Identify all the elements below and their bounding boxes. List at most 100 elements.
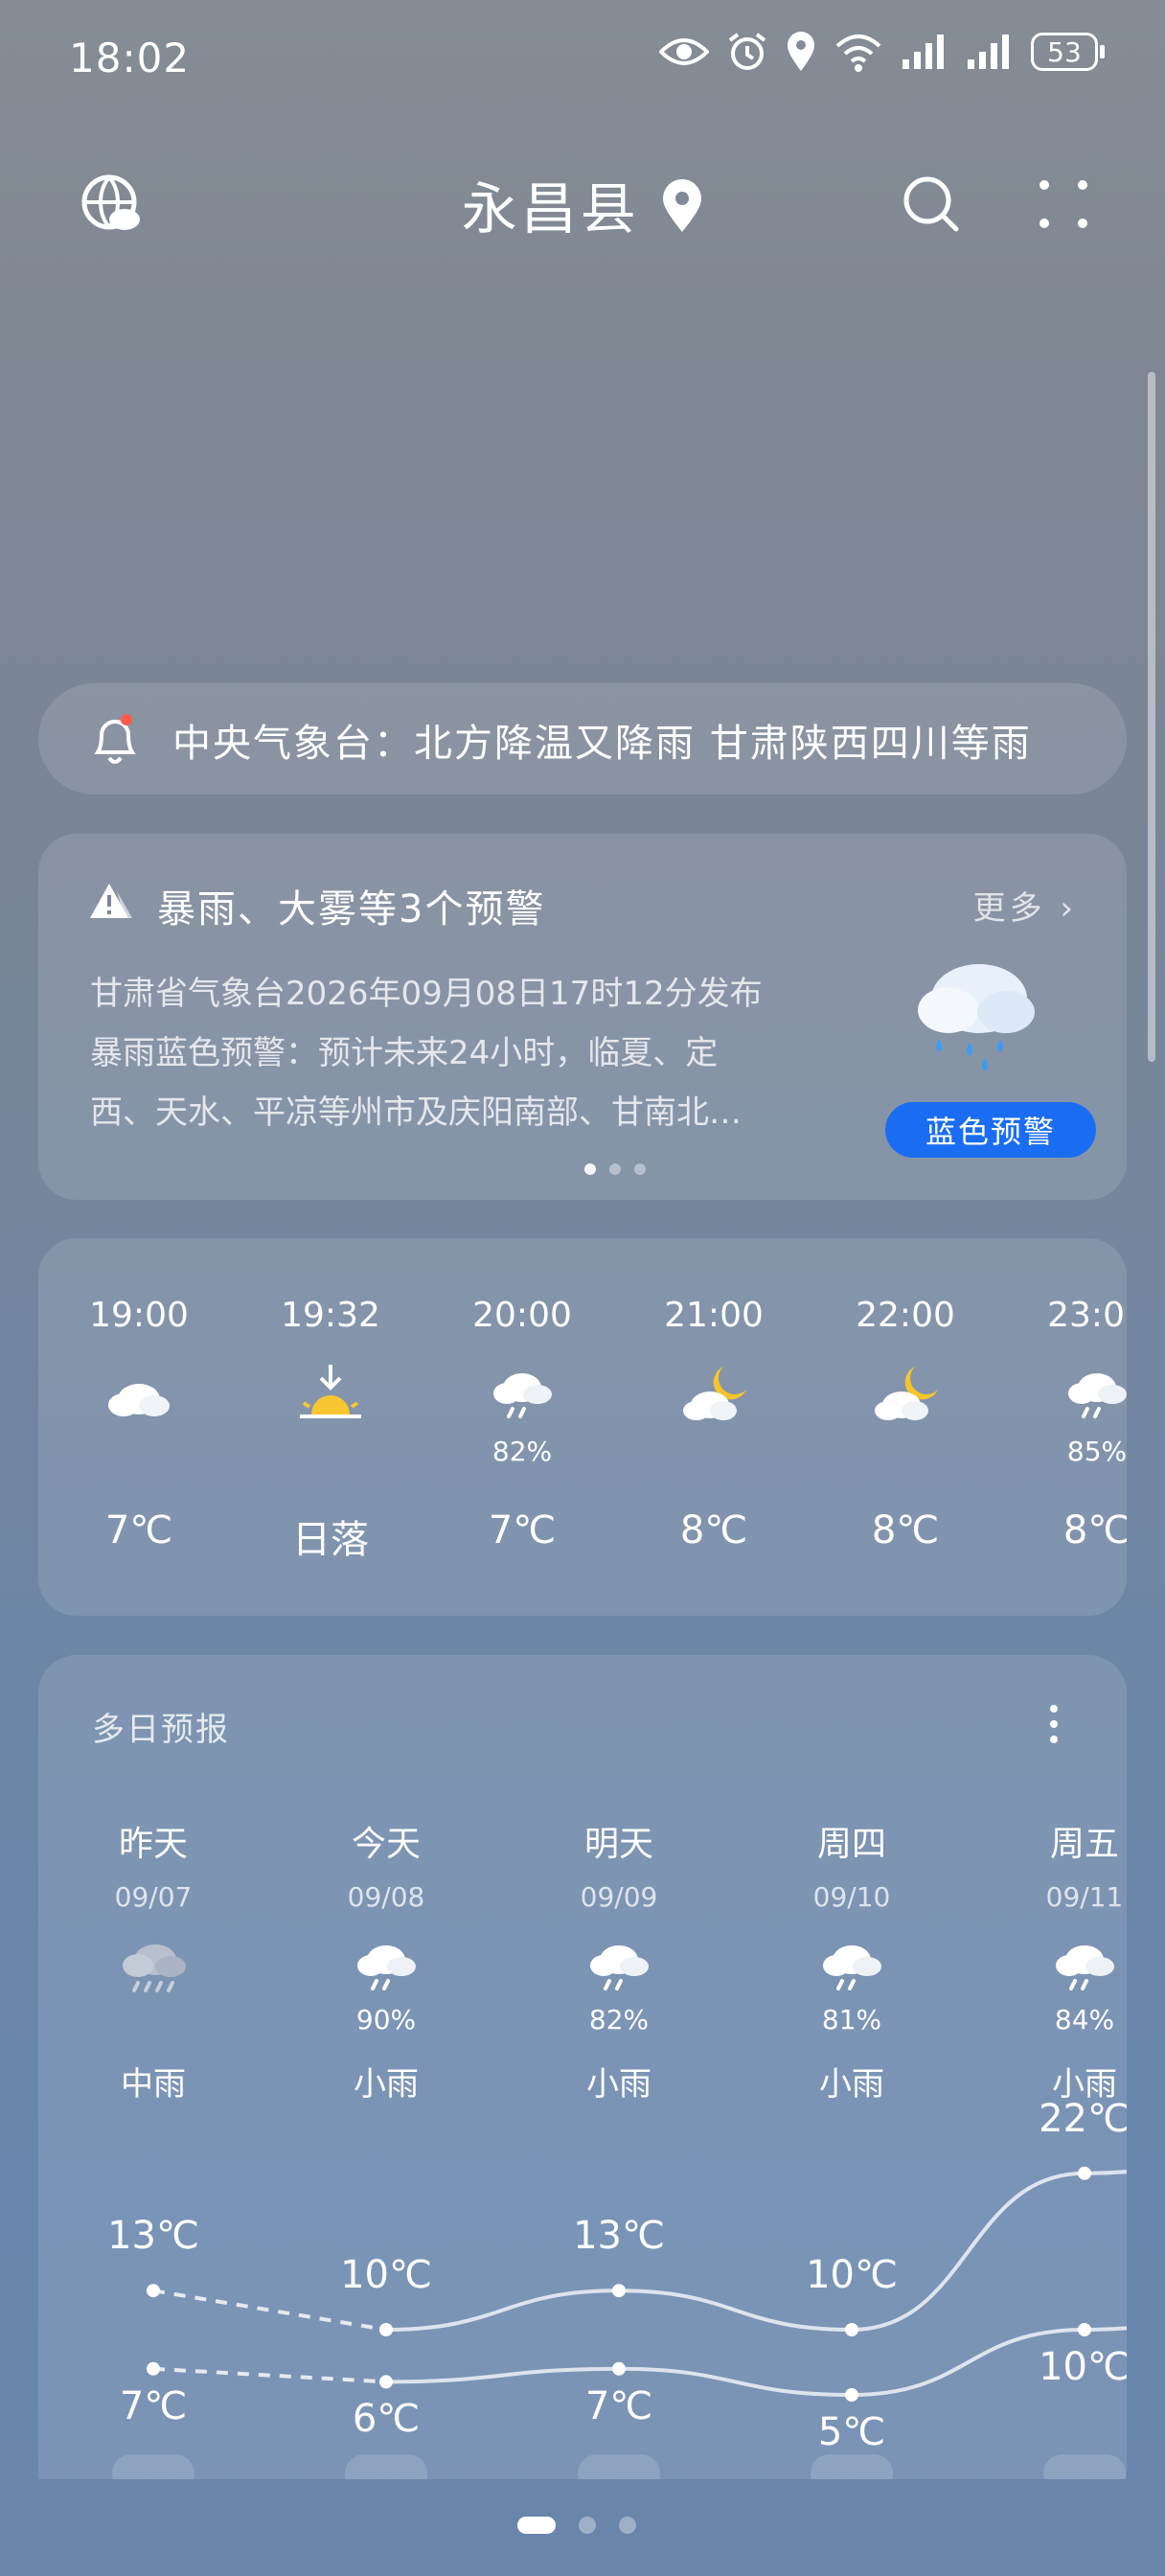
day-precip: 81% bbox=[821, 2004, 882, 2036]
aqi-badge bbox=[1043, 2454, 1126, 2479]
gray-rain-icon bbox=[115, 1933, 192, 2000]
low-temp-point bbox=[845, 2388, 858, 2402]
status-icons: 53 bbox=[659, 31, 1105, 73]
warning-body: 甘肃省气象台2026年09月08日17时12分发布 暴雨蓝色预警：预计未来24小… bbox=[90, 964, 895, 1142]
low-temp-point bbox=[612, 2361, 626, 2376]
high-temp-point bbox=[147, 2284, 160, 2298]
day-name: 昨天 bbox=[118, 1825, 188, 1864]
warning-line: 甘肃省气象台2026年09月08日17时12分发布 bbox=[90, 975, 763, 1013]
search-icon[interactable] bbox=[901, 173, 962, 235]
rain-cloud-icon bbox=[1059, 1361, 1127, 1428]
location-icon bbox=[788, 32, 814, 71]
bell-icon bbox=[94, 714, 136, 764]
hour-time: 21:00 bbox=[664, 1296, 764, 1335]
storm-cloud-icon bbox=[918, 964, 1035, 1071]
alarm-icon bbox=[728, 33, 766, 70]
high-temp-point bbox=[845, 2323, 858, 2336]
day-precip: 82% bbox=[588, 2004, 650, 2036]
page-title[interactable]: 永昌县 bbox=[0, 164, 1165, 244]
rain-cloud-icon bbox=[581, 1933, 657, 2000]
day-date: 09/11 bbox=[1045, 1881, 1124, 1913]
page-dot bbox=[609, 1163, 621, 1175]
cloud-icon bbox=[101, 1361, 177, 1428]
hour-temp: 7℃ bbox=[488, 1508, 557, 1552]
high-temp-label: 13℃ bbox=[107, 2214, 199, 2259]
more-grid-icon[interactable] bbox=[1035, 175, 1092, 233]
news-ticker[interactable]: 中央气象台：北方降温又降雨 甘肃陕西四川等雨 bbox=[38, 683, 1127, 794]
daily-label: 多日预报 bbox=[92, 1711, 230, 1749]
day-weather: 中雨 bbox=[121, 2065, 186, 2104]
more-link[interactable]: 更多 › bbox=[973, 882, 1077, 929]
low-temp-past-line bbox=[152, 2366, 387, 2384]
chevron-right-icon: › bbox=[1060, 889, 1077, 928]
status-time: 18:02 bbox=[69, 34, 191, 81]
rain-cloud-icon bbox=[813, 1933, 890, 2000]
day-name: 今天 bbox=[351, 1825, 421, 1864]
sunset-icon bbox=[292, 1361, 369, 1428]
low-temp-point bbox=[379, 2375, 393, 2389]
low-temp-point bbox=[147, 2361, 160, 2376]
warning-card[interactable]: 暴雨、大雾等3个预警 更多 › 甘肃省气象台2026年09月08日17时12分发… bbox=[38, 834, 1127, 1200]
warning-title: 暴雨、大雾等3个预警 bbox=[157, 887, 546, 932]
day-date: 09/08 bbox=[347, 1881, 425, 1913]
warning-line: 暴雨蓝色预警：预计未来24小时，临夏、定 bbox=[90, 1034, 719, 1072]
day-weather: 小雨 bbox=[586, 2065, 651, 2104]
rain-cloud-icon bbox=[484, 1361, 560, 1428]
low-temp-label: 7℃ bbox=[584, 2383, 653, 2428]
page-dot[interactable] bbox=[619, 2517, 636, 2534]
day-name: 周五 bbox=[1049, 1825, 1119, 1864]
rain-cloud-icon bbox=[1046, 1933, 1123, 2000]
day-name: 明天 bbox=[583, 1825, 653, 1864]
wifi-icon bbox=[835, 34, 881, 72]
low-temp-label: 5℃ bbox=[817, 2410, 886, 2454]
day-date: 09/07 bbox=[114, 1881, 193, 1913]
hour-precip: 82% bbox=[491, 1436, 553, 1467]
more-label: 更多 bbox=[972, 889, 1046, 928]
signal-icon-2 bbox=[968, 34, 1009, 69]
page-dot-active[interactable] bbox=[517, 2517, 556, 2534]
high-temp-line bbox=[385, 2170, 1127, 2333]
warning-line: 西、天水、平凉等州市及庆阳南部、甘南北… bbox=[90, 1093, 742, 1132]
location-pin-icon bbox=[663, 179, 702, 232]
day-date: 09/10 bbox=[812, 1881, 891, 1913]
hour-precip: 85% bbox=[1066, 1436, 1127, 1467]
hour-temp: 8℃ bbox=[1062, 1508, 1127, 1552]
daily-forecast[interactable]: 多日预报 昨天 09/07 中雨 今天 09/08 90% 小雨 明天 09/09 82% 小雨 周四… bbox=[38, 1655, 1127, 2479]
aqi-badge bbox=[345, 2454, 427, 2479]
high-temp-label: 22℃ bbox=[1039, 2096, 1127, 2141]
more-vert-icon[interactable] bbox=[1044, 1703, 1063, 1745]
high-temp-label: 13℃ bbox=[573, 2214, 665, 2259]
page-dot bbox=[584, 1163, 596, 1175]
hourly-forecast[interactable]: 19:00 7℃ 19:32 日落 20:00 82% 7℃ 21:00 8℃ 22:00 8℃ 23… bbox=[38, 1238, 1127, 1616]
scrollbar[interactable] bbox=[1148, 372, 1155, 1062]
hour-time: 19:00 bbox=[89, 1296, 189, 1335]
warning-level-badge: 蓝色预警 bbox=[885, 1102, 1096, 1158]
page-indicator[interactable] bbox=[517, 2517, 636, 2534]
page-dot[interactable] bbox=[579, 2517, 596, 2534]
high-temp-label: 10℃ bbox=[340, 2253, 432, 2297]
low-temp-label: 10℃ bbox=[1039, 2345, 1127, 2389]
aqi-badge bbox=[811, 2454, 893, 2479]
battery-indicator: 53 bbox=[1031, 33, 1105, 71]
day-date: 09/09 bbox=[580, 1881, 658, 1913]
moon-cloud-icon bbox=[867, 1361, 944, 1428]
low-temp-point bbox=[1078, 2323, 1091, 2336]
day-weather: 小雨 bbox=[354, 2065, 419, 2104]
day-weather: 小雨 bbox=[819, 2065, 884, 2104]
hour-temp: 8℃ bbox=[679, 1508, 748, 1552]
app-header: 永昌县 bbox=[0, 158, 1165, 254]
hour-temp: 8℃ bbox=[871, 1508, 940, 1552]
aqi-badge bbox=[112, 2454, 194, 2479]
high-temp-label: 10℃ bbox=[806, 2253, 898, 2297]
hour-time: 22:00 bbox=[856, 1296, 955, 1335]
city-name: 永昌县 bbox=[461, 176, 640, 242]
hour-time: 20:00 bbox=[472, 1296, 572, 1335]
hour-temp: 7℃ bbox=[104, 1508, 173, 1552]
eye-icon bbox=[659, 38, 709, 65]
day-name: 周四 bbox=[816, 1825, 886, 1864]
day-precip: 90% bbox=[355, 2004, 417, 2036]
day-precip: 84% bbox=[1054, 2004, 1115, 2036]
low-temp-label: 7℃ bbox=[119, 2383, 188, 2428]
aqi-badge bbox=[578, 2454, 660, 2479]
page-dot bbox=[634, 1163, 646, 1175]
